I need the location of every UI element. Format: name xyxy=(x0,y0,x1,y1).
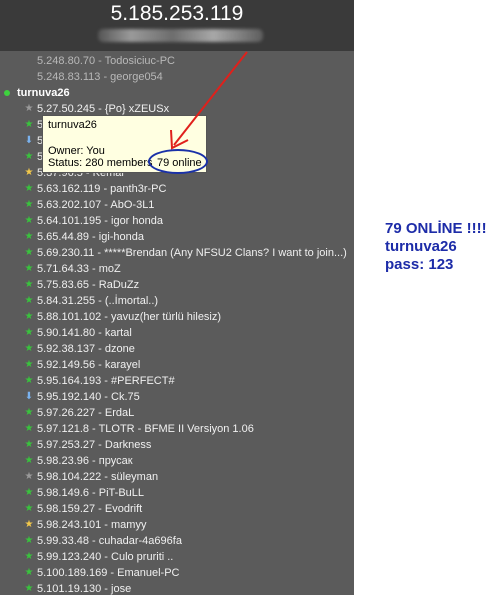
annotation-text: 79 ONLİNE !!!! turnuva26 pass: 123 xyxy=(385,220,487,274)
annotation-line-online: 79 ONLİNE !!!! xyxy=(385,220,487,237)
annotation-line-pass: pass: 123 xyxy=(385,256,454,273)
red-arrow-annotation xyxy=(170,51,248,150)
annotation-line-group: turnuva26 xyxy=(385,238,457,255)
